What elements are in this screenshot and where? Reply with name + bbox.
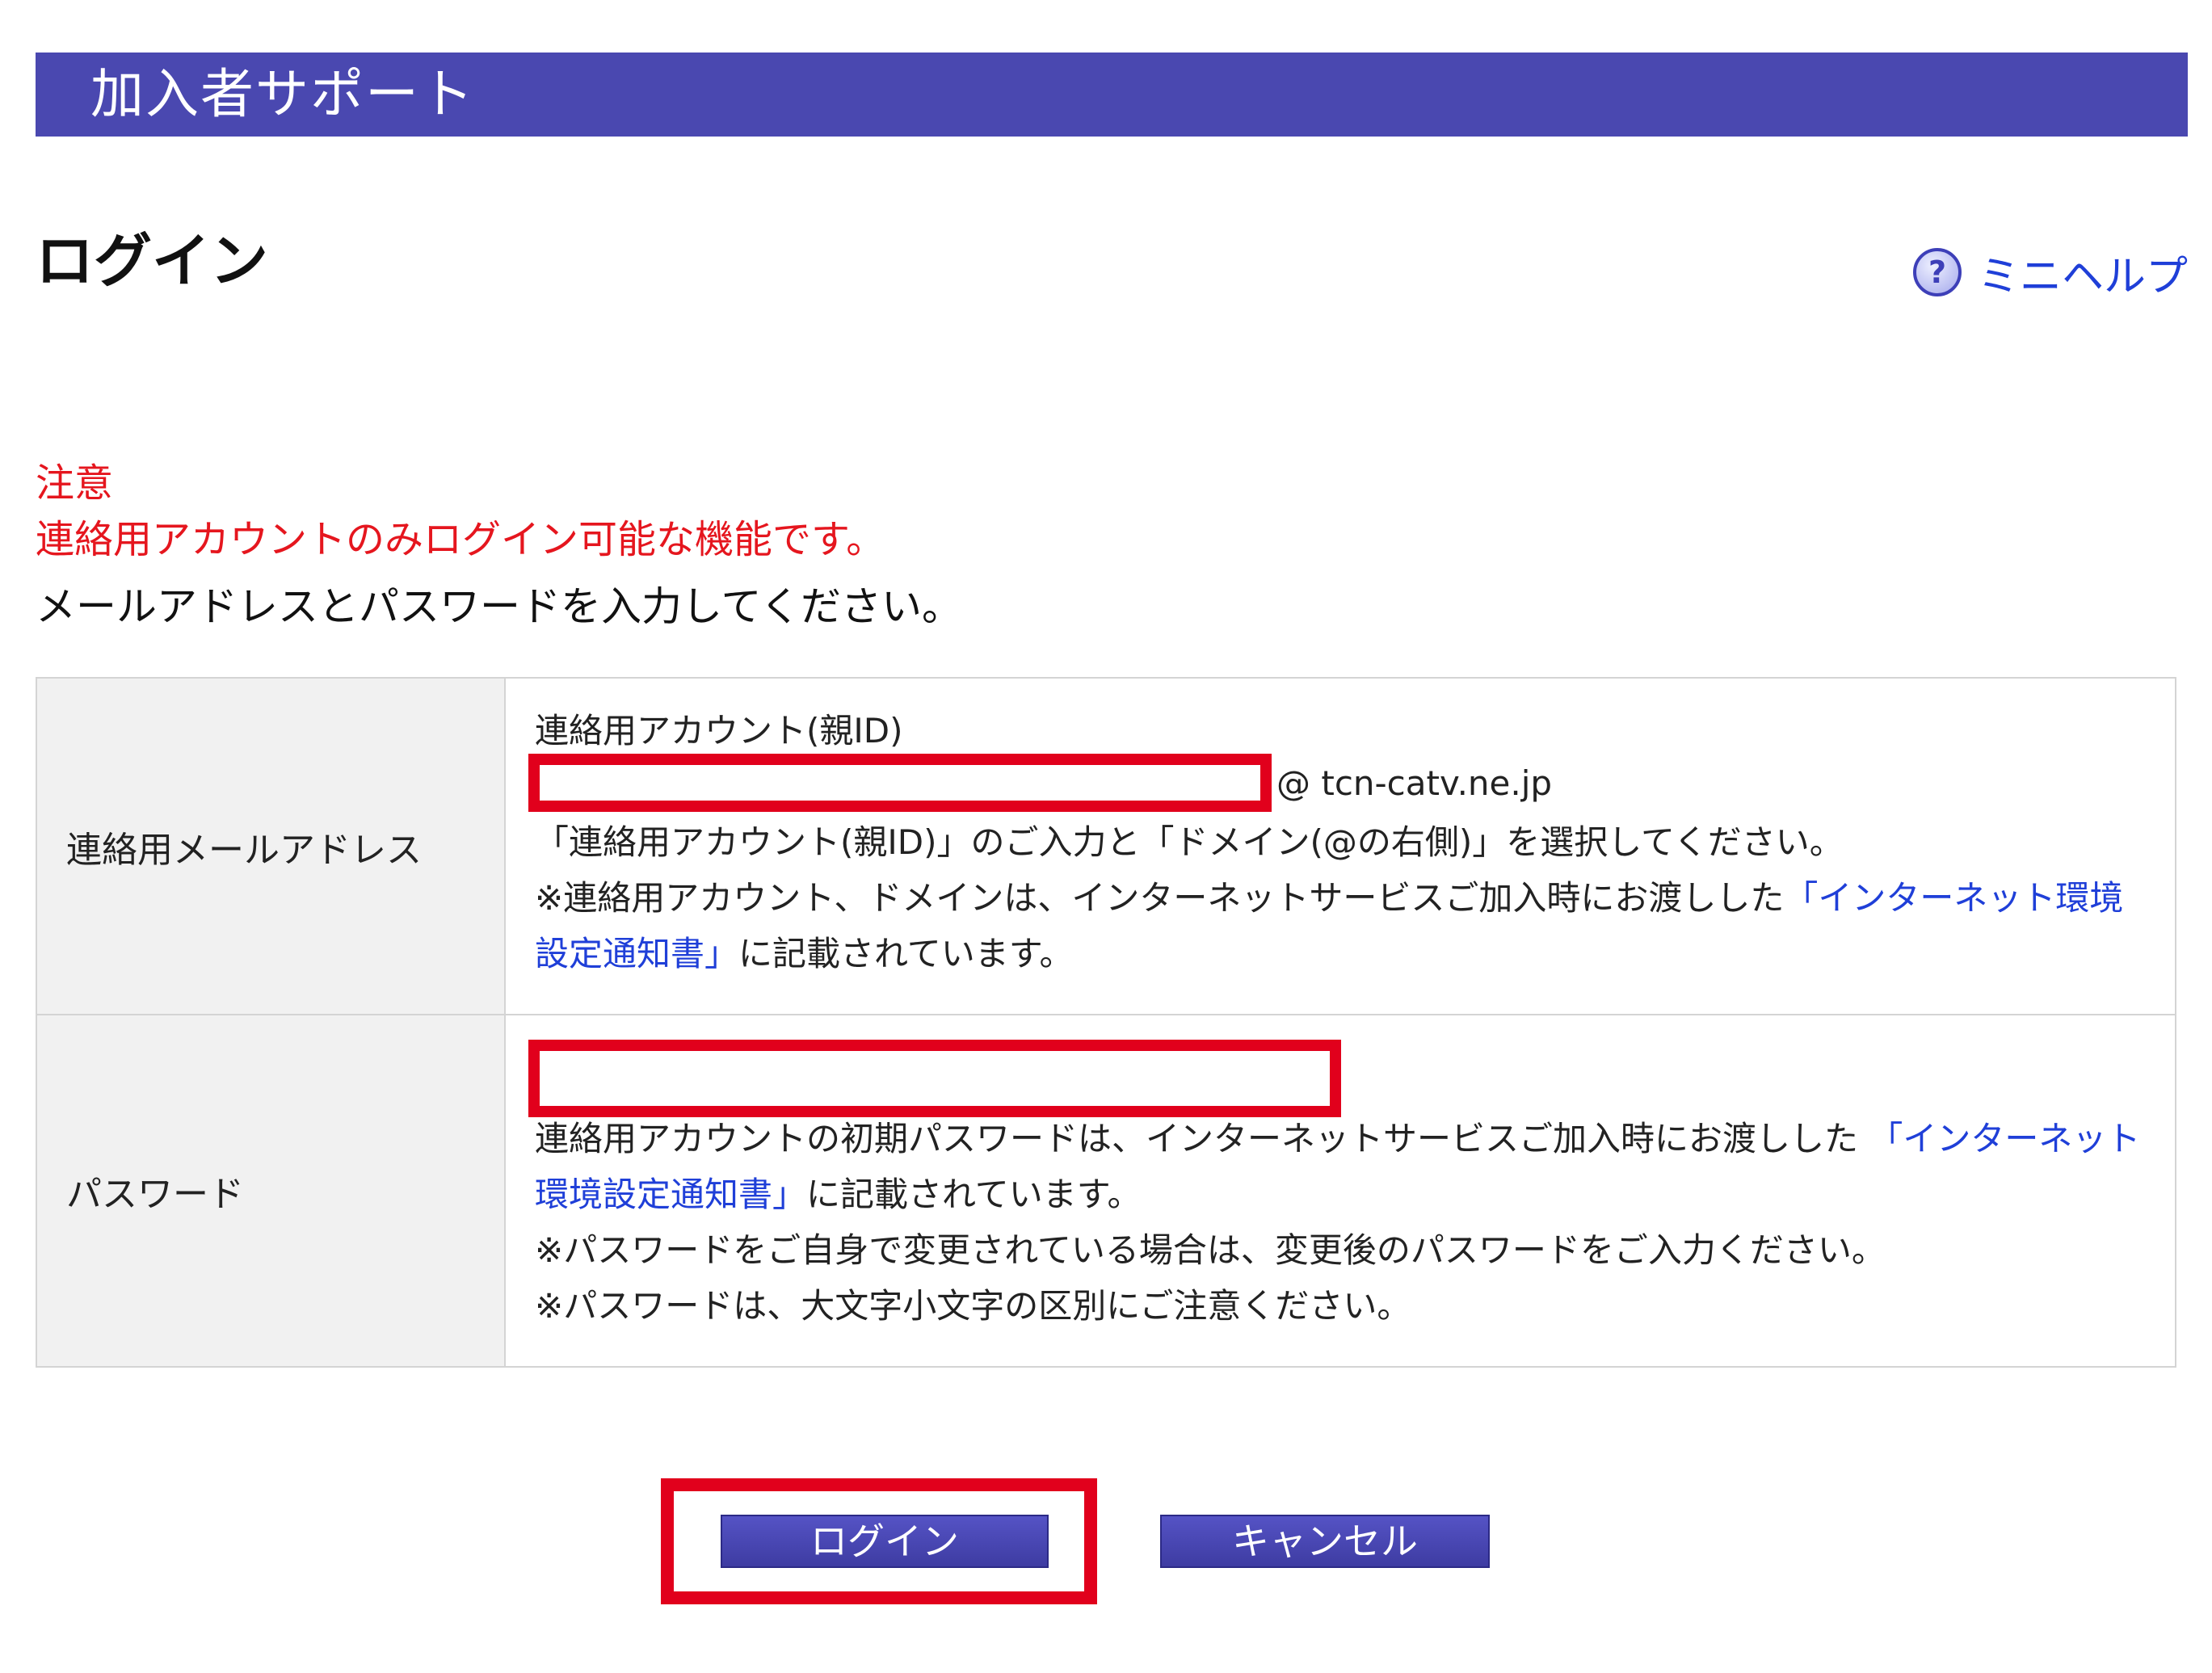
mini-help-label: ミニヘルプ	[1977, 252, 2188, 301]
email-note-2-prefix: ※連絡用アカウント、ドメインは、インターネットサービスご加入時にお渡しした	[535, 878, 1785, 918]
email-row: 連絡用メールアドレス 連絡用アカウント(親ID) @ tcn-catv.ne.j…	[36, 677, 2176, 1015]
mini-help-link[interactable]: ? ミニヘルプ	[1911, 244, 2188, 301]
question-circle-icon: ?	[1912, 248, 1962, 296]
password-input-row	[528, 1039, 2146, 1117]
email-label: 連絡用メールアドレス	[66, 829, 422, 871]
password-note-2: ※パスワードをご自身で変更されている場合は、変更後のパスワードをご入力ください。	[535, 1230, 1886, 1270]
password-input[interactable]	[528, 1039, 1341, 1117]
password-note-3: ※パスワードは、大文字小文字の区別にご注意ください。	[535, 1286, 1411, 1326]
page-title: ログイン	[36, 227, 269, 295]
svg-text:?: ?	[1928, 254, 1946, 290]
email-value-cell: 連絡用アカウント(親ID) @ tcn-catv.ne.jp 「連絡用アカウント…	[504, 677, 2176, 1015]
notice-heading: 注意	[36, 460, 114, 506]
password-value-cell: 連絡用アカウントの初期パスワードは、インターネットサービスご加入時にお渡しした …	[504, 1014, 2176, 1368]
email-label-cell: 連絡用メールアドレス	[36, 677, 506, 1015]
login-button[interactable]: ログイン	[721, 1515, 1049, 1568]
password-label-cell: パスワード	[36, 1014, 506, 1368]
password-note-1: 連絡用アカウントの初期パスワードは、インターネットサービスご加入時にお渡しした …	[535, 1111, 2146, 1222]
header-title: 加入者サポート	[90, 63, 475, 125]
email-note-2: ※連絡用アカウント、ドメインは、インターネットサービスご加入時にお渡しした「イン…	[535, 870, 2146, 982]
cancel-button[interactable]: キャンセル	[1160, 1515, 1490, 1568]
notice-text: 連絡用アカウントのみログイン可能な機能です。	[36, 517, 885, 562]
password-label: パスワード	[66, 1174, 244, 1215]
header-bar: 加入者サポート	[36, 53, 2188, 137]
account-caption: 連絡用アカウント(親ID)	[535, 711, 903, 750]
login-form-table: 連絡用メールアドレス 連絡用アカウント(親ID) @ tcn-catv.ne.j…	[36, 677, 2176, 1368]
password-note-1-prefix: 連絡用アカウントの初期パスワードは、インターネットサービスご加入時にお渡しした	[535, 1119, 1869, 1158]
instruction-text: メールアドレスとパスワードを入力してください。	[36, 583, 962, 630]
domain-suffix: @ tcn-catv.ne.jp	[1276, 763, 1553, 803]
email-note-2-suffix: に記載されています。	[738, 934, 1074, 973]
email-note-1: 「連絡用アカウント(親ID)」のご入力と「ドメイン(@の右側)」を選択してくださ…	[535, 822, 1844, 862]
email-input-row: @ tcn-catv.ne.jp	[528, 751, 2152, 814]
password-row: パスワード 連絡用アカウントの初期パスワードは、インターネットサービスご加入時に…	[36, 1014, 2176, 1368]
account-id-input[interactable]	[528, 754, 1272, 812]
password-note-1-suffix: に記載されています。	[806, 1175, 1142, 1214]
